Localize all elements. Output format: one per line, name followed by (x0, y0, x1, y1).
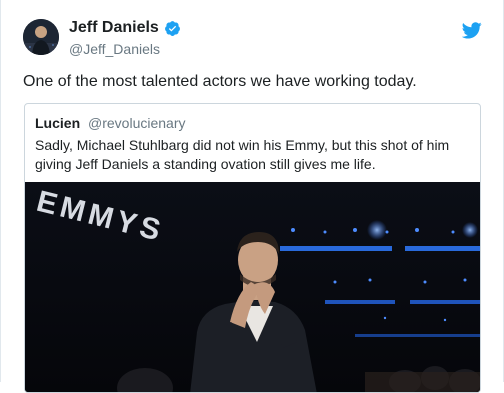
tweet-text: One of the most talented actors we have … (23, 73, 417, 90)
embedded-tweet-card: Jeff Daniels @Jeff_Daniels One of the mo… (0, 0, 504, 393)
quoted-author-name[interactable]: Lucien (35, 115, 80, 131)
verified-badge-icon (164, 20, 180, 36)
quoted-tweet-header[interactable]: Lucien @revolucienary (35, 115, 186, 131)
quoted-tweet-text: Sadly, Michael Stuhlbarg did not win his… (35, 137, 450, 172)
author-handle[interactable]: @Jeff_Daniels (69, 41, 160, 57)
media-image: EMMYS (25, 182, 480, 392)
avatar-image (23, 19, 59, 55)
author-name-row[interactable]: Jeff Daniels (69, 19, 181, 37)
quoted-tweet-media[interactable]: EMMYS (25, 182, 480, 392)
quoted-tweet[interactable]: Lucien @revolucienary Sadly, Michael Stu… (24, 103, 481, 393)
quoted-author-handle[interactable]: @revolucienary (88, 115, 185, 131)
twitter-bird-icon[interactable] (462, 22, 482, 39)
author-avatar[interactable] (23, 19, 59, 55)
author-name[interactable]: Jeff Daniels (69, 19, 159, 37)
